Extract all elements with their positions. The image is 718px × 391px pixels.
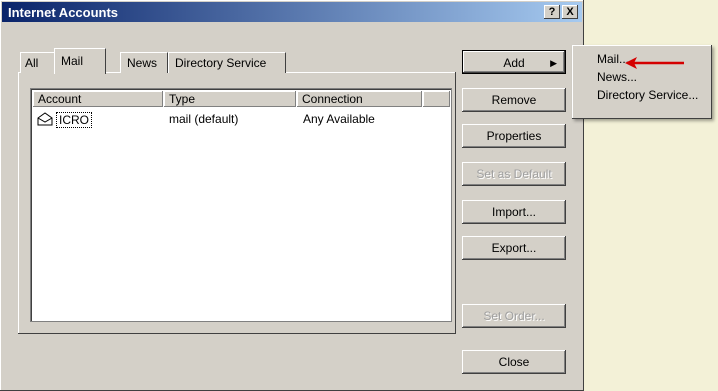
close-window-button[interactable]: X <box>562 5 578 19</box>
mail-account-icon <box>36 112 54 129</box>
column-header-spacer <box>423 91 450 107</box>
import-button-label: Import... <box>491 205 536 219</box>
remove-button[interactable]: Remove <box>462 88 566 112</box>
set-as-default-label: Set as Default <box>476 167 552 181</box>
help-button[interactable]: ? <box>544 5 560 19</box>
export-button-label: Export... <box>491 241 537 255</box>
add-button[interactable]: Add ▶ <box>462 50 566 74</box>
tab-directory-service[interactable]: Directory Service <box>168 52 286 73</box>
set-as-default-button[interactable]: Set as Default <box>462 162 566 186</box>
set-order-label: Set Order... <box>483 309 545 323</box>
column-header-account[interactable]: Account <box>33 91 163 107</box>
window-title: Internet Accounts <box>8 5 119 20</box>
type-cell: mail (default) <box>169 112 239 126</box>
export-button[interactable]: Export... <box>462 236 566 260</box>
remove-button-label: Remove <box>491 93 537 107</box>
column-header-connection[interactable]: Connection <box>297 91 422 107</box>
column-header-type[interactable]: Type <box>164 91 296 107</box>
accounts-list[interactable]: Account Type Connection ICRO mail (defau… <box>30 88 452 322</box>
red-arrow-icon <box>625 57 684 69</box>
set-order-button[interactable]: Set Order... <box>462 304 566 328</box>
list-item[interactable]: ICRO mail (default) Any Available <box>33 111 447 129</box>
properties-button-label: Properties <box>486 129 542 143</box>
submenu-arrow-icon: ▶ <box>550 58 557 68</box>
properties-button[interactable]: Properties <box>462 124 566 148</box>
menu-item-news[interactable]: News... <box>597 69 637 85</box>
menu-item-directory-service[interactable]: Directory Service... <box>597 87 698 103</box>
tab-news[interactable]: News <box>120 52 168 73</box>
add-button-label: Add <box>503 56 525 70</box>
connection-cell: Any Available <box>303 112 375 126</box>
internet-accounts-window: Internet Accounts ? X All Mail News Dire… <box>0 0 584 391</box>
account-name: ICRO <box>56 112 92 128</box>
import-button[interactable]: Import... <box>462 200 566 224</box>
close-button[interactable]: Close <box>462 350 566 374</box>
tab-mail[interactable]: Mail <box>54 48 106 74</box>
title-bar: Internet Accounts ? X <box>2 2 582 22</box>
account-cell: ICRO <box>36 112 92 129</box>
close-button-label: Close <box>498 355 530 369</box>
tab-all[interactable]: All <box>20 52 56 73</box>
